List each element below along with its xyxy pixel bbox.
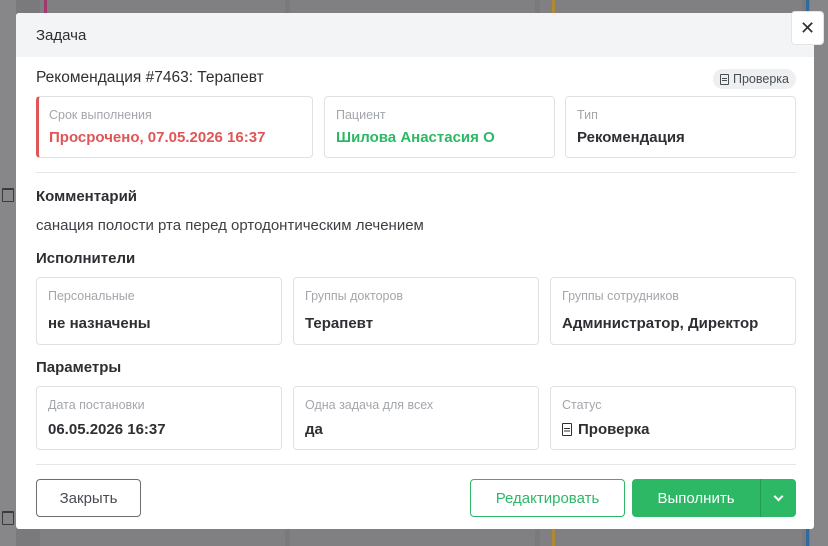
background-card-stripe [44,0,47,14]
status-value-text: Проверка [578,421,650,438]
doctor-groups-value: Терапевт [305,315,374,332]
trash-icon [2,188,14,202]
complete-button[interactable]: Выполнить [632,479,760,517]
doctor-groups-card: Группы докторов Терапевт [293,277,539,345]
close-icon[interactable]: ✕ [791,11,824,45]
comment-text: санация полости рта перед ортодонтически… [36,217,424,234]
single-task-card: Одна задача для всех да [293,386,539,450]
patient-link[interactable]: Шилова Анастасия О [336,129,495,146]
patient-card: Пациент Шилова Анастасия О [324,96,555,158]
edit-button[interactable]: Редактировать [470,479,625,517]
status-card: Статус Проверка [550,386,796,450]
close-button[interactable]: Закрыть [36,479,141,517]
single-task-value: да [305,421,323,438]
staff-groups-card: Группы сотрудников Администратор, Директ… [550,277,796,345]
assignees-title: Исполнители [36,250,136,267]
status-badge: Проверка [713,69,796,89]
comment-title: Комментарий [36,188,138,205]
staff-groups-label: Группы сотрудников [562,289,679,303]
divider [36,172,796,173]
document-icon [562,423,572,436]
staff-groups-value: Администратор, Директор [562,315,759,332]
chevron-down-icon [773,491,784,501]
divider [36,464,796,465]
personal-assignees-value: не назначены [48,315,151,332]
type-label: Тип [577,108,598,122]
params-title: Параметры [36,359,122,376]
status-value: Проверка [562,421,649,438]
deadline-value: Просрочено, 07.05.2026 16:37 [49,129,266,146]
personal-assignees-card: Персональные не назначены [36,277,282,345]
deadline-label: Срок выполнения [49,108,152,122]
single-task-label: Одна задача для всех [305,398,434,412]
task-title: Рекомендация #7463: Терапевт [36,69,264,86]
document-icon [720,73,729,85]
background-card-stripe [552,0,555,14]
personal-assignees-label: Персональные [48,289,135,303]
doctor-groups-label: Группы докторов [305,289,404,303]
created-date-value: 06.05.2026 16:37 [48,421,166,438]
task-modal: Задача Рекомендация #7463: Терапевт Пров… [16,13,814,529]
type-card: Тип Рекомендация [565,96,796,158]
created-date-label: Дата постановки [48,398,145,412]
background-column [0,0,16,546]
modal-header: Задача [16,13,814,57]
background-card-stripe [552,528,555,546]
status-label: Статус [562,398,602,412]
trash-icon [2,511,14,525]
modal-title: Задача [36,26,87,44]
background-card-stripe [806,528,809,546]
created-date-card: Дата постановки 06.05.2026 16:37 [36,386,282,450]
task-header: Рекомендация #7463: Терапевт Проверка [36,69,796,89]
patient-label: Пациент [336,108,386,122]
deadline-card: Срок выполнения Просрочено, 07.05.2026 1… [36,96,313,158]
complete-options-button[interactable] [760,479,796,517]
status-badge-label: Проверка [733,72,789,86]
type-value: Рекомендация [577,129,685,146]
